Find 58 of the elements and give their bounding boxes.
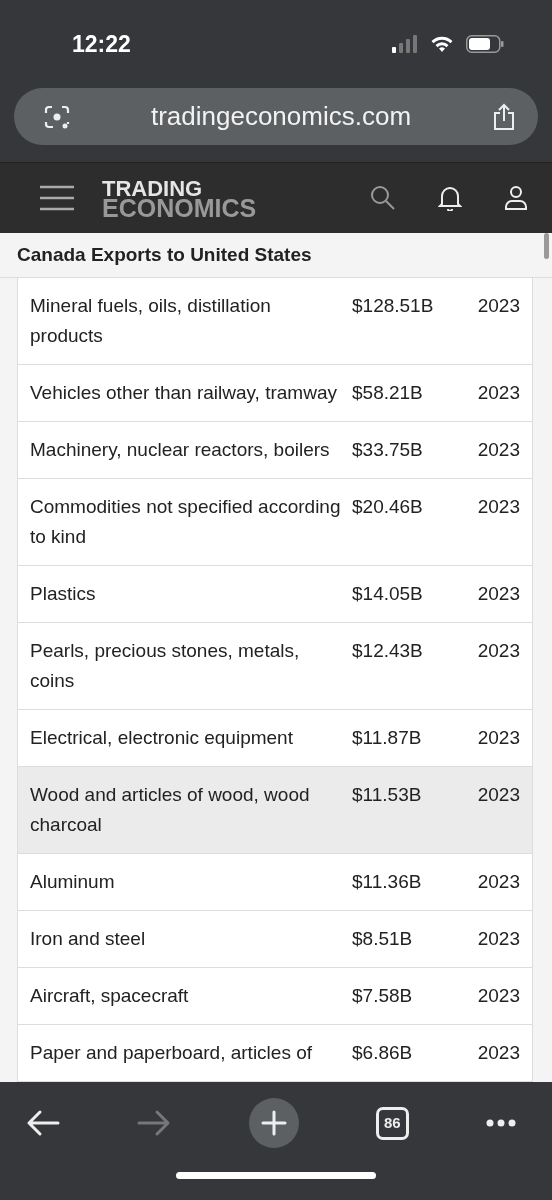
year-cell-text: 2023 — [477, 927, 520, 951]
value-cell-text: $33.75B — [352, 438, 424, 462]
year-cell-text: 2023 — [477, 381, 520, 405]
signal-icon — [392, 35, 418, 53]
battery-icon — [466, 35, 504, 53]
year-cell-text: 2023 — [477, 438, 520, 462]
value-cell-text: $11.36B — [352, 870, 423, 894]
value-cell-text: $58.21B — [352, 381, 424, 405]
wifi-icon — [430, 35, 454, 53]
category-cell-text: Plastics — [30, 582, 97, 606]
bell-icon[interactable] — [438, 185, 462, 211]
year-cell-text: 2023 — [477, 783, 520, 807]
category-cell-text: Wood and articles of wood, wood charcoal — [30, 783, 311, 837]
value-cell-text: $20.46B — [352, 495, 424, 519]
forward-arrow-icon[interactable] — [137, 1109, 172, 1137]
camera-lens-icon[interactable] — [44, 103, 70, 130]
category-cell-text: Vehicles other than railway, tramway — [30, 381, 338, 405]
category-cell-text: Aluminum — [30, 870, 116, 894]
plus-icon — [260, 1110, 287, 1136]
year-cell-text: 2023 — [477, 582, 520, 606]
category-cell-text: Commodities not specified according to kind — [30, 495, 342, 549]
value-cell-text: $11.87B — [352, 726, 423, 750]
menu-icon[interactable] — [40, 185, 74, 211]
user-icon[interactable] — [504, 185, 528, 211]
search-icon[interactable] — [370, 185, 396, 211]
year-cell-text: 2023 — [477, 639, 520, 663]
value-cell-text: $7.58B — [352, 984, 414, 1008]
year-cell-text: 2023 — [477, 984, 520, 1008]
value-cell-text: $6.86B — [352, 1041, 414, 1065]
category-cell-text: Iron and steel — [30, 927, 147, 951]
value-cell-text: $14.05B — [352, 582, 424, 606]
back-arrow-icon[interactable] — [26, 1109, 60, 1137]
tab-count-button[interactable]: 86 — [375, 1106, 409, 1140]
value-cell-text: $12.43B — [352, 639, 424, 663]
value-cell-text: $128.51B — [352, 294, 435, 318]
category-cell-text: Mineral fuels, oils, distillation products — [30, 294, 272, 348]
address-bar[interactable]: tradingeconomics.com — [14, 88, 538, 145]
category-cell-text: Paper and paperboard, articles of — [30, 1041, 313, 1065]
url-text: tradingeconomics.com — [150, 100, 412, 133]
category-cell-text: Pearls, precious stones, metals, coins — [30, 639, 301, 693]
year-cell-text: 2023 — [477, 1041, 520, 1065]
table-row[interactable]: Wood and articles of wood, wood charcoal $11.53B 2023 — [18, 767, 532, 854]
site-logo[interactable]: TRADING ECONOMICS — [102, 178, 257, 218]
year-cell-text: 2023 — [477, 495, 520, 519]
scrollbar-thumb[interactable] — [544, 233, 549, 259]
new-tab-button[interactable] — [248, 1098, 299, 1148]
year-cell-text: 2023 — [477, 726, 520, 750]
category-cell-text: Aircraft, spacecraft — [30, 984, 190, 1008]
category-cell-text: Electrical, electronic equipment — [30, 726, 294, 750]
year-cell-text: 2023 — [477, 870, 520, 894]
year-cell-text: 2023 — [477, 294, 520, 318]
more-icon[interactable] — [486, 1119, 516, 1127]
value-cell-text: $8.51B — [352, 927, 414, 951]
status-time: 12:22 — [72, 29, 131, 59]
value-cell-text: $11.53B — [352, 783, 423, 807]
share-icon[interactable] — [492, 102, 516, 131]
page-title: Canada Exports to United States — [17, 242, 312, 267]
category-cell-text: Machinery, nuclear reactors, boilers — [30, 438, 331, 462]
